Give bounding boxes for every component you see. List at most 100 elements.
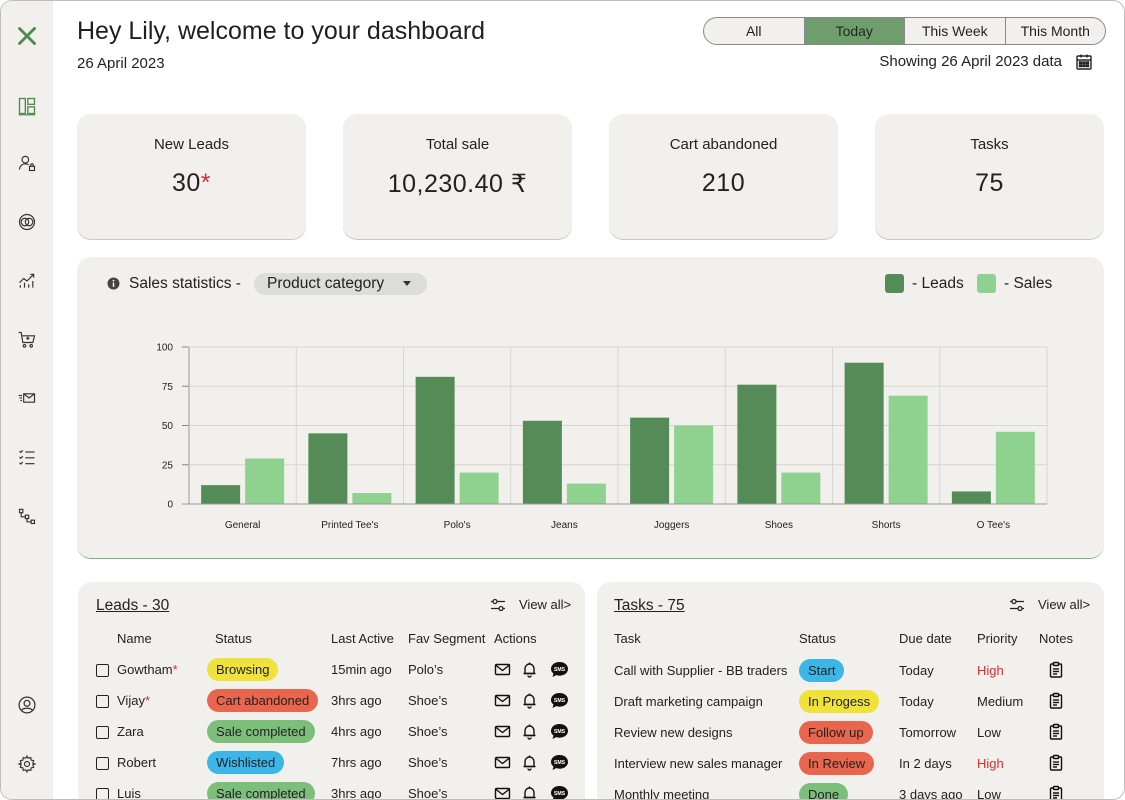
tasks-title-link[interactable]: Tasks - 75 — [614, 597, 685, 615]
col-header-due-date[interactable]: Due date — [899, 631, 952, 646]
bar-sales — [781, 472, 821, 504]
lead-name[interactable]: Zara — [117, 724, 144, 739]
sms-icon[interactable]: SMS — [550, 661, 568, 678]
notes-clipboard-icon[interactable] — [1048, 661, 1065, 678]
filter-sliders-icon[interactable] — [490, 598, 506, 612]
col-header-priority[interactable]: Priority — [977, 631, 1017, 646]
mail-icon[interactable] — [15, 386, 39, 410]
x-tick-label: Shoes — [765, 520, 793, 531]
filter-all-button[interactable]: All — [704, 18, 805, 44]
sms-icon[interactable]: SMS — [550, 723, 568, 740]
row-checkbox[interactable] — [96, 726, 109, 739]
task-status-badge[interactable]: Start — [799, 659, 845, 682]
col-header-name[interactable]: Name — [117, 631, 152, 646]
col-header-task[interactable]: Task — [614, 631, 641, 646]
bell-icon[interactable] — [521, 661, 538, 678]
col-header-fav-segment[interactable]: Fav Segment — [408, 631, 485, 646]
bar-leads — [737, 384, 777, 504]
col-header-status[interactable]: Status — [215, 631, 252, 646]
lead-status-badge[interactable]: Cart abandoned — [207, 689, 319, 712]
bell-icon[interactable] — [521, 692, 538, 709]
gear-icon[interactable] — [15, 752, 39, 776]
bar-sales — [995, 431, 1035, 504]
bar-leads — [951, 491, 991, 504]
task-status-badge[interactable]: In Review — [799, 752, 875, 775]
task-name[interactable]: Monthly meeting — [614, 787, 709, 799]
lead-status-badge[interactable]: Sale completed — [207, 720, 315, 743]
notes-clipboard-icon[interactable] — [1048, 692, 1065, 709]
account-icon[interactable] — [15, 693, 39, 717]
cart-icon[interactable] — [15, 328, 39, 352]
calendar-icon[interactable] — [1075, 53, 1093, 71]
task-status-badge[interactable]: In Progess — [799, 690, 880, 713]
trend-chart-icon[interactable] — [15, 269, 39, 293]
sms-icon[interactable]: SMS — [550, 754, 568, 771]
notes-clipboard-icon[interactable] — [1048, 723, 1065, 740]
task-priority: High — [977, 663, 1004, 678]
email-icon[interactable] — [494, 661, 511, 678]
email-icon[interactable] — [494, 785, 511, 799]
email-icon[interactable] — [494, 754, 511, 771]
bell-icon[interactable] — [521, 723, 538, 740]
lead-name[interactable]: Gowtham* — [117, 662, 178, 677]
task-name[interactable]: Call with Supplier - BB traders — [614, 663, 787, 678]
dashboard-window: Hey Lily, welcome to your dashboard 26 A… — [0, 0, 1125, 800]
task-status-badge[interactable]: Done — [799, 783, 849, 799]
lead-name[interactable]: Vijay* — [117, 693, 150, 708]
task-due-date: Tomorrow — [899, 725, 957, 740]
x-tick-label: Jeans — [551, 520, 578, 531]
bar-leads — [415, 376, 455, 504]
bar-leads — [522, 420, 562, 504]
product-category-dropdown[interactable]: Product category — [254, 273, 427, 295]
filter-sliders-icon[interactable] — [1009, 598, 1025, 612]
email-icon[interactable] — [494, 692, 511, 709]
logo-icon[interactable] — [15, 24, 39, 48]
row-checkbox[interactable] — [96, 664, 109, 677]
checklist-icon[interactable] — [15, 445, 39, 469]
stat-card-total-sale[interactable]: Total sale 10,230.40 ₹ — [343, 114, 572, 239]
row-checkbox[interactable] — [96, 695, 109, 708]
svg-text:SMS: SMS — [554, 729, 566, 735]
stat-card-cart-abandoned[interactable]: Cart abandoned 210 — [609, 114, 838, 239]
lead-last-active: 7hrs ago — [331, 755, 382, 770]
notes-clipboard-icon[interactable] — [1048, 785, 1065, 799]
info-icon[interactable] — [107, 277, 120, 290]
bell-icon[interactable] — [521, 785, 538, 799]
lead-name[interactable]: Robert — [117, 755, 156, 770]
tasks-view-all-link[interactable]: View all> — [1038, 597, 1090, 612]
col-header-actions: Actions — [494, 631, 537, 646]
legend-sales: - Sales — [977, 274, 1052, 293]
stat-card-tasks[interactable]: Tasks 75 — [875, 114, 1104, 239]
lead-status-badge[interactable]: Browsing — [207, 658, 279, 681]
email-icon[interactable] — [494, 723, 511, 740]
filter-today-button[interactable]: Today — [804, 18, 905, 44]
filter-this-week-button[interactable]: This Week — [905, 18, 1006, 44]
task-status-badge[interactable]: Follow up — [799, 721, 873, 744]
task-name[interactable]: Interview new sales manager — [614, 756, 782, 771]
stat-card-new-leads[interactable]: New Leads 30* — [77, 114, 306, 239]
notes-clipboard-icon[interactable] — [1048, 754, 1065, 771]
lead-last-active: 3hrs ago — [331, 786, 382, 800]
lead-status-badge[interactable]: Sale completed — [207, 782, 315, 799]
sms-icon[interactable]: SMS — [550, 692, 568, 709]
bell-icon[interactable] — [521, 754, 538, 771]
page-title: Hey Lily, welcome to your dashboard — [77, 17, 486, 45]
overlap-circles-icon[interactable] — [15, 210, 39, 234]
row-checkbox[interactable] — [96, 788, 109, 799]
chart-title: Sales statistics - — [129, 275, 241, 292]
lead-status-badge[interactable]: Wishlisted — [207, 751, 285, 774]
workflow-icon[interactable] — [15, 504, 39, 528]
date-range-filter: All Today This Week This Month — [703, 17, 1106, 45]
task-name[interactable]: Review new designs — [614, 725, 733, 740]
task-name[interactable]: Draft marketing campaign — [614, 694, 763, 709]
lead-name[interactable]: Luis — [117, 786, 141, 799]
user-lock-icon[interactable] — [15, 151, 39, 175]
row-checkbox[interactable] — [96, 757, 109, 770]
leads-title-link[interactable]: Leads - 30 — [96, 597, 169, 615]
col-header-last-active[interactable]: Last Active — [331, 631, 394, 646]
col-header-status[interactable]: Status — [799, 631, 836, 646]
dashboard-icon[interactable] — [15, 94, 39, 118]
filter-this-month-button[interactable]: This Month — [1006, 18, 1106, 44]
sms-icon[interactable]: SMS — [550, 785, 568, 799]
leads-view-all-link[interactable]: View all> — [519, 597, 571, 612]
